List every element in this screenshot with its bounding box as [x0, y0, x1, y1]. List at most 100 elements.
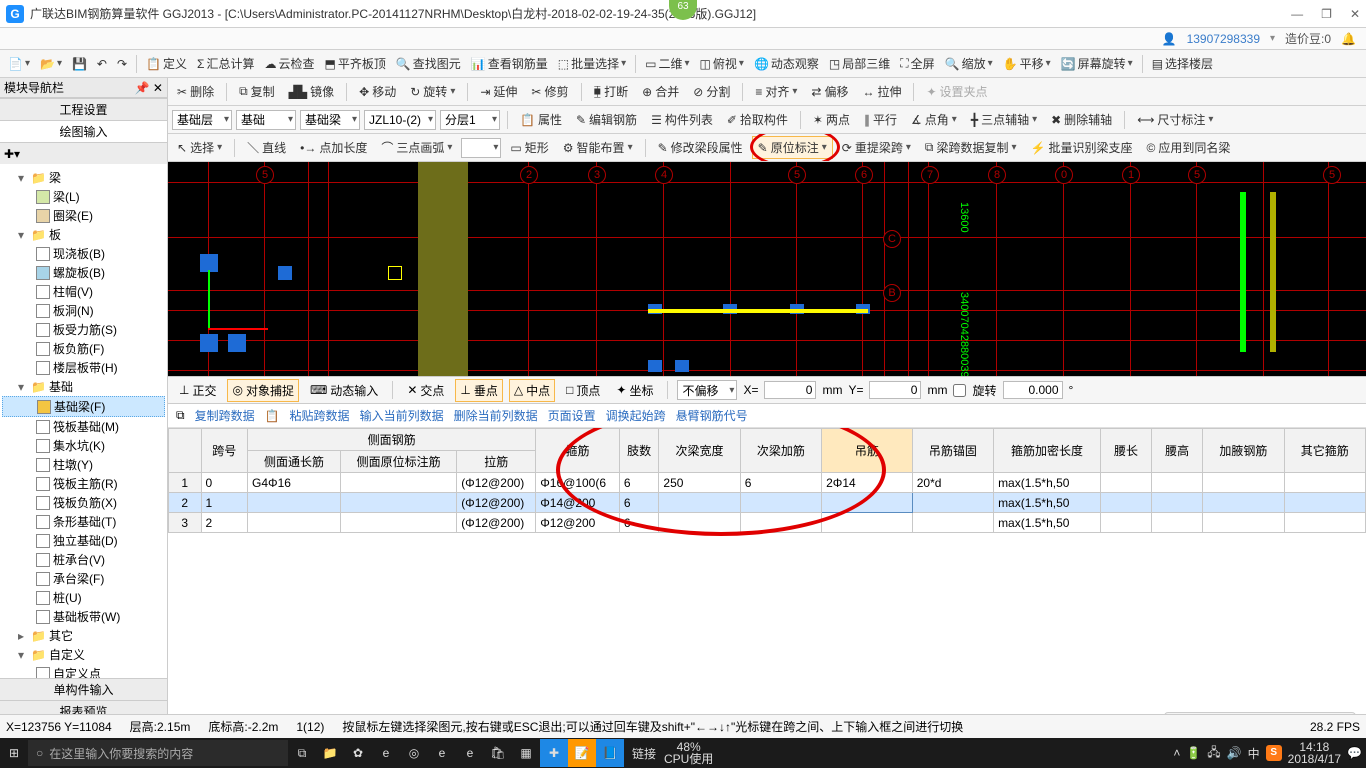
tree-liang[interactable]: 梁: [49, 169, 61, 186]
dynamic-input-toggle[interactable]: ⌨动态输入: [305, 379, 383, 402]
rotate-button[interactable]: ↻旋转▾: [405, 81, 460, 102]
batch-identify-button[interactable]: ⚡批量识别梁支座: [1026, 137, 1138, 158]
tree-chengtai[interactable]: 承台梁(F): [53, 570, 104, 587]
offset-button[interactable]: ⇄偏移: [806, 81, 853, 102]
two-point-button[interactable]: ✶两点: [808, 109, 855, 130]
app-icon-1[interactable]: ✿: [344, 739, 372, 767]
col-diao[interactable]: 吊筋: [822, 429, 913, 473]
open-icon[interactable]: 📂▾: [36, 55, 66, 73]
arc-options-combo[interactable]: [461, 138, 501, 158]
undo-icon[interactable]: ↶: [93, 55, 111, 73]
tray-battery-icon[interactable]: 🔋: [1186, 746, 1201, 760]
pan-button[interactable]: ✋平移▾: [999, 53, 1055, 74]
floor-combo[interactable]: 基础层: [172, 110, 232, 130]
col-side-group[interactable]: 侧面钢筋: [248, 429, 536, 451]
extend-button[interactable]: ⇥延伸: [475, 81, 522, 102]
rotate-checkbox[interactable]: [953, 384, 966, 397]
tree-zhuangcheng[interactable]: 桩承台(V): [53, 551, 105, 568]
screen-rotate-button[interactable]: 🔄屏幕旋转▾: [1057, 53, 1137, 74]
bird-view-button[interactable]: ◫俯视▾: [696, 53, 748, 74]
grip-handle[interactable]: [675, 360, 689, 372]
apply-same-name-button[interactable]: ©应用到同名梁: [1141, 137, 1235, 158]
paste-span-icon[interactable]: 📋: [265, 409, 280, 423]
line-tool-button[interactable]: ＼直线: [242, 137, 291, 158]
view-2d-button[interactable]: ▭二维▾: [641, 53, 693, 74]
arc3-button[interactable]: ⌒三点画弧▾: [376, 137, 457, 158]
col-tie[interactable]: 拉筋: [457, 451, 536, 473]
modify-span-attr-button[interactable]: ✎修改梁段属性: [653, 137, 748, 158]
tree-qita[interactable]: 其它: [49, 627, 73, 644]
col-span[interactable]: 跨号: [201, 429, 247, 473]
tree-zhumao[interactable]: 柱帽(V): [53, 283, 93, 300]
tree-banshouli[interactable]: 板受力筋(S): [53, 321, 117, 338]
col-diaoanchor[interactable]: 吊筋锚固: [912, 429, 993, 473]
select-tool-button[interactable]: ↖选择▾: [172, 137, 227, 158]
tree-xianjiao[interactable]: 现浇板(B): [53, 245, 105, 262]
app-icon-4[interactable]: 📝: [568, 739, 596, 767]
category-combo[interactable]: 基础: [236, 110, 296, 130]
bell-icon[interactable]: 🔔: [1341, 32, 1356, 46]
edge-icon[interactable]: e: [372, 739, 400, 767]
tree-jichu[interactable]: 基础: [49, 378, 73, 395]
tray-clock[interactable]: 14:182018/4/17: [1288, 741, 1341, 765]
tree-jichuliang[interactable]: 基础梁(F): [54, 398, 105, 415]
task-view-icon[interactable]: ⧉: [288, 739, 316, 767]
tree-zhuang[interactable]: 桩(U): [53, 589, 82, 606]
break-button[interactable]: ⧯打断: [589, 81, 634, 102]
page-settings-button[interactable]: 页面设置: [548, 407, 596, 424]
smart-layout-button[interactable]: ⚙智能布置▾: [558, 137, 638, 158]
align-button[interactable]: ≡对齐▾: [750, 81, 802, 102]
col-subw[interactable]: 次梁宽度: [659, 429, 740, 473]
sum-button[interactable]: Σ 汇总计算: [193, 53, 258, 74]
local-3d-button[interactable]: ◳局部三维: [825, 53, 894, 74]
tray-ime-icon[interactable]: 中: [1248, 745, 1260, 762]
drawing-canvas[interactable]: 5 2 3 4 5 6 7 8 0 1 5 5 C B: [168, 162, 1366, 376]
point-length-button[interactable]: •→点加长度: [295, 137, 372, 158]
merge-button[interactable]: ⊕合并: [637, 81, 684, 102]
col-waistlen[interactable]: 腰长: [1100, 429, 1151, 473]
selected-beam[interactable]: [648, 309, 868, 313]
mirror-button[interactable]: ▟▙镜像: [284, 81, 339, 102]
tree-bandong[interactable]: 板洞(N): [53, 302, 94, 319]
tree-fabanfu[interactable]: 筏板负筋(X): [53, 494, 117, 511]
paste-span-data-button[interactable]: 粘贴跨数据: [290, 407, 350, 424]
attr-button[interactable]: 📋属性: [515, 109, 567, 130]
app-icon-3[interactable]: ▦: [512, 739, 540, 767]
col-side-through[interactable]: 侧面通长筋: [248, 451, 341, 473]
ie-icon[interactable]: e: [456, 739, 484, 767]
col-waisth[interactable]: 腰高: [1152, 429, 1203, 473]
trim-button[interactable]: ✂修剪: [526, 81, 573, 102]
col-addwaist[interactable]: 加腋钢筋: [1203, 429, 1284, 473]
layer-combo[interactable]: 分层1: [440, 110, 500, 130]
copy-span-icon[interactable]: ⧉: [176, 408, 185, 423]
col-encrypt[interactable]: 箍筋加密长度: [994, 429, 1101, 473]
parallel-button[interactable]: ∥平行: [859, 109, 902, 130]
tree-fabanzhu[interactable]: 筏板主筋(R): [53, 475, 118, 492]
file-explorer-icon[interactable]: 📁: [316, 739, 344, 767]
move-button[interactable]: ✥移动: [354, 81, 401, 102]
point-angle-button[interactable]: ∡点角▾: [906, 109, 962, 130]
col-stirrup[interactable]: 箍筋: [536, 429, 620, 473]
save-icon[interactable]: 💾: [68, 55, 91, 73]
select-floor-button[interactable]: ▤选择楼层: [1148, 53, 1217, 74]
dynamic-observe-button[interactable]: 🌐动态观察: [750, 53, 823, 74]
grip-handle[interactable]: [278, 266, 292, 280]
batch-select-button[interactable]: ⬚批量选择▾: [554, 53, 630, 74]
active-app-icon[interactable]: ✚: [540, 739, 568, 767]
tray-up-icon[interactable]: ˄: [1173, 746, 1180, 760]
element-combo[interactable]: JZL10-(2): [364, 110, 436, 130]
editing-cell[interactable]: [822, 493, 913, 513]
object-snap-toggle[interactable]: ◎对象捕捉: [227, 379, 299, 402]
pin-icon[interactable]: 📌 ✕: [135, 81, 163, 95]
relift-span-button[interactable]: ⟳重提梁跨▾: [837, 137, 916, 158]
snap-end[interactable]: □顶点: [561, 379, 605, 402]
three-axis-button[interactable]: ╋三点辅轴▾: [966, 109, 1042, 130]
pick-component-button[interactable]: ✐拾取构件: [722, 109, 793, 130]
dropdown-icon[interactable]: ▾: [1270, 33, 1275, 44]
x-input[interactable]: [764, 381, 816, 399]
tree-zdy-dian[interactable]: 自定义点: [53, 665, 101, 678]
tree-ban[interactable]: 板: [49, 226, 61, 243]
edge-icon-2[interactable]: e: [428, 739, 456, 767]
y-input[interactable]: [869, 381, 921, 399]
tree-luoxuan[interactable]: 螺旋板(B): [53, 264, 105, 281]
